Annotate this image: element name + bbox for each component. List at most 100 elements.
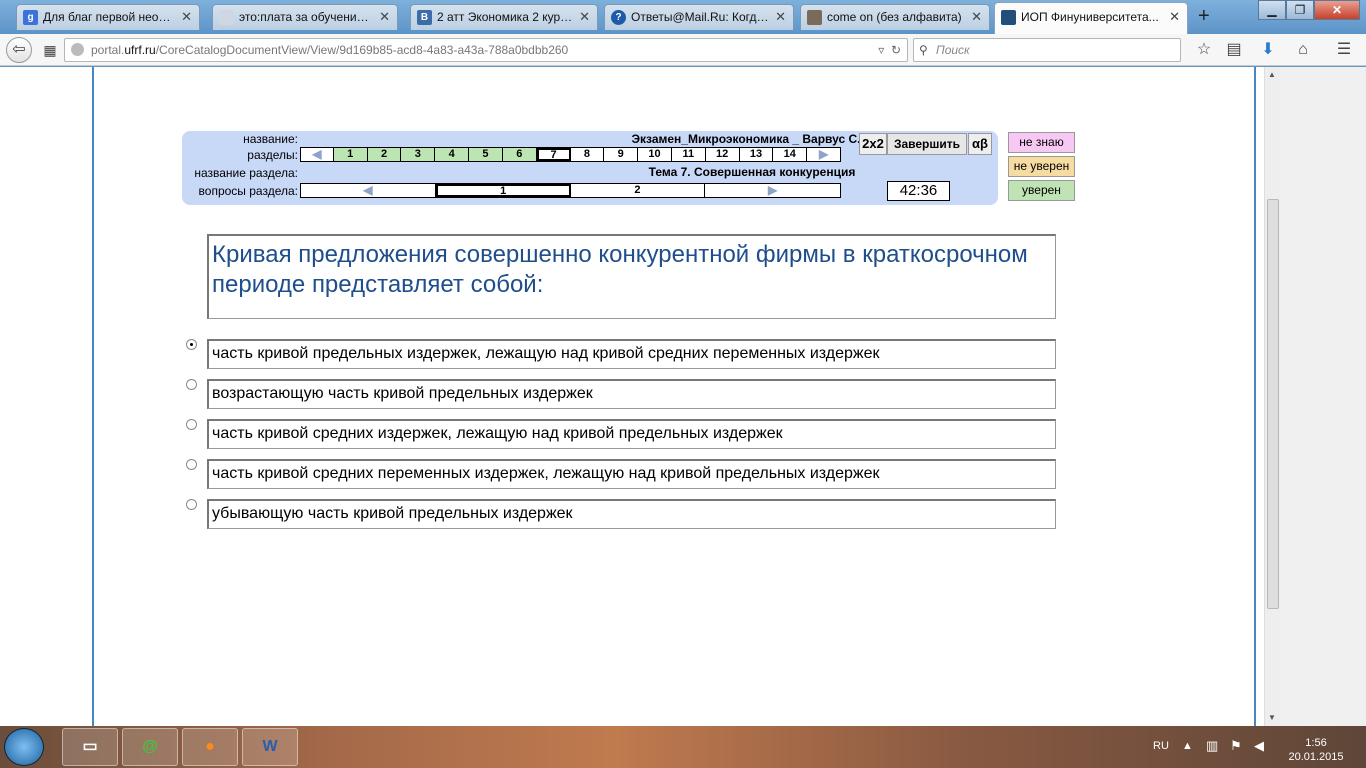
- section-7[interactable]: 7: [536, 148, 571, 161]
- network-icon[interactable]: ▥: [1206, 738, 1218, 754]
- search-placeholder: Поиск: [936, 43, 970, 57]
- dont-know-button[interactable]: не знаю: [1008, 132, 1075, 153]
- start-button[interactable]: [4, 728, 44, 766]
- tab-label: Для благ первой необх...: [43, 10, 175, 24]
- scroll-down-icon[interactable]: ▼: [1268, 713, 1276, 722]
- section-14[interactable]: 14: [773, 148, 808, 161]
- label-section-questions: вопросы раздела:: [198, 184, 298, 198]
- close-tab-icon[interactable]: ✕: [579, 5, 590, 29]
- file-explorer-icon[interactable]: ▭: [62, 728, 118, 766]
- language-indicator[interactable]: RU: [1153, 740, 1169, 752]
- tab-6-active[interactable]: ИОП Финуниверситета... ✕: [994, 2, 1188, 34]
- clock-time: 1:56: [1305, 737, 1327, 749]
- new-tab-button[interactable]: +: [1198, 5, 1210, 28]
- close-window-button[interactable]: ✕: [1314, 0, 1360, 20]
- answer-radio-5[interactable]: [186, 499, 197, 510]
- scroll-up-icon[interactable]: ▲: [1268, 70, 1276, 79]
- label-section-name: название раздела:: [194, 166, 298, 180]
- tab-label: это:плата за обучение и ут...: [239, 10, 373, 24]
- maximize-button[interactable]: ❐: [1286, 0, 1314, 20]
- section-1[interactable]: 1: [333, 148, 368, 161]
- questions-navigator: ◀ 1 2 ▶: [300, 183, 841, 198]
- vk-icon: B: [417, 10, 432, 25]
- vertical-scrollbar[interactable]: ▲ ▼: [1264, 67, 1280, 726]
- downloads-icon[interactable]: ⬇: [1256, 38, 1280, 62]
- close-tab-icon[interactable]: ✕: [775, 5, 786, 29]
- section-9[interactable]: 9: [604, 148, 639, 161]
- sections-navigator: ◀ 1 2 3 4 5 6 7 8 9 10 11 12 13 14 ▶: [300, 147, 841, 162]
- search-input[interactable]: ⚲ Поиск: [913, 38, 1181, 62]
- question-2[interactable]: 2: [571, 184, 706, 197]
- bookmark-star-icon[interactable]: ☆: [1192, 38, 1216, 62]
- section-3[interactable]: 3: [401, 148, 436, 161]
- not-sure-button[interactable]: не уверен: [1008, 156, 1075, 177]
- close-tab-icon[interactable]: ✕: [971, 5, 982, 29]
- sure-button[interactable]: уверен: [1008, 180, 1075, 201]
- section-6[interactable]: 6: [502, 148, 537, 161]
- scroll-thumb[interactable]: [1267, 199, 1279, 609]
- label-sections: разделы:: [247, 148, 298, 162]
- calculator-button[interactable]: 2x2: [859, 133, 887, 155]
- flag-icon[interactable]: ⚑: [1230, 738, 1242, 754]
- questions-prev-arrow[interactable]: ◀: [301, 184, 436, 197]
- mail-agent-icon[interactable]: @: [122, 728, 178, 766]
- sections-prev-arrow[interactable]: ◀: [301, 148, 334, 161]
- section-13[interactable]: 13: [740, 148, 774, 161]
- volume-icon[interactable]: ◀: [1254, 738, 1264, 754]
- tab-2[interactable]: это:плата за обучение и ут... ✕: [212, 4, 398, 30]
- url-bar[interactable]: portal.ufrf.ru/CoreCatalogDocumentView/V…: [64, 38, 908, 62]
- section-5[interactable]: 5: [469, 148, 503, 161]
- answer-radio-3[interactable]: [186, 419, 197, 430]
- taskbar: ▭ @ ● W RU ▲ ▥ ⚑ ◀: [0, 726, 1366, 768]
- section-11[interactable]: 11: [672, 148, 706, 161]
- globe-icon: [71, 43, 84, 56]
- section-title: Тема 7. Совершенная конкуренция: [648, 165, 856, 179]
- window-gutter: [1280, 67, 1366, 726]
- search-icon: ⚲: [919, 43, 928, 57]
- back-button[interactable]: ⇦: [6, 37, 32, 63]
- answer-option-5[interactable]: убывающую часть кривой предельных издерж…: [207, 499, 1056, 529]
- tab-label: 2 атт Экономика 2 курс...: [437, 10, 573, 24]
- answer-radio-4[interactable]: [186, 459, 197, 470]
- tab-5[interactable]: come on (без алфавита) ✕: [800, 4, 990, 30]
- answer-option-1[interactable]: часть кривой предельных издержек, лежащу…: [207, 339, 1056, 369]
- answer-radio-1[interactable]: [186, 339, 197, 350]
- mailru-answers-icon: ?: [611, 10, 626, 25]
- section-12[interactable]: 12: [706, 148, 740, 161]
- reload-icon[interactable]: ▿ ↻: [878, 39, 901, 61]
- close-tab-icon[interactable]: ✕: [1169, 3, 1180, 31]
- page-viewport: название: разделы: название раздела: воп…: [0, 67, 1280, 726]
- tab-1[interactable]: g Для благ первой необх... ✕: [16, 4, 200, 30]
- answer-option-3[interactable]: часть кривой средних издержек, лежащую н…: [207, 419, 1056, 449]
- word-icon[interactable]: W: [242, 728, 298, 766]
- sections-next-arrow[interactable]: ▶: [807, 148, 840, 161]
- symbols-button[interactable]: αβ: [968, 133, 992, 155]
- menu-icon[interactable]: ☰: [1332, 38, 1356, 62]
- tab-4[interactable]: ? Ответы@Mail.Ru: Когда... ✕: [604, 4, 794, 30]
- tab-strip: g Для благ первой необх... ✕ это:плата з…: [0, 0, 1366, 34]
- minimize-button[interactable]: ▁: [1258, 0, 1286, 20]
- tab-label: ИОП Финуниверситета...: [1021, 10, 1159, 24]
- section-4[interactable]: 4: [435, 148, 470, 161]
- bookmarks-grid-icon[interactable]: ▦: [38, 38, 62, 62]
- firefox-icon[interactable]: ●: [182, 728, 238, 766]
- close-tab-icon[interactable]: ✕: [181, 5, 192, 29]
- section-8[interactable]: 8: [571, 148, 605, 161]
- navigation-bar: ⇦ ▦ portal.ufrf.ru/CoreCatalogDocumentVi…: [0, 34, 1366, 66]
- tab-3[interactable]: B 2 атт Экономика 2 курс... ✕: [410, 4, 598, 30]
- google-icon: g: [23, 10, 38, 25]
- clock[interactable]: 1:56 20.01.2015: [1288, 736, 1344, 764]
- answer-option-2[interactable]: возрастающую часть кривой предельных изд…: [207, 379, 1056, 409]
- show-hidden-icons-icon[interactable]: ▲: [1182, 740, 1193, 752]
- answer-radio-2[interactable]: [186, 379, 197, 390]
- section-10[interactable]: 10: [638, 148, 672, 161]
- bookmarks-list-icon[interactable]: ▤: [1222, 38, 1246, 62]
- finish-button[interactable]: Завершить: [887, 133, 967, 155]
- section-2[interactable]: 2: [367, 148, 402, 161]
- close-tab-icon[interactable]: ✕: [379, 5, 390, 29]
- answer-option-4[interactable]: часть кривой средних переменных издержек…: [207, 459, 1056, 489]
- questions-next-arrow[interactable]: ▶: [705, 184, 840, 197]
- tab-label: come on (без алфавита): [827, 10, 962, 24]
- question-1[interactable]: 1: [435, 184, 571, 197]
- home-icon[interactable]: ⌂: [1291, 38, 1315, 62]
